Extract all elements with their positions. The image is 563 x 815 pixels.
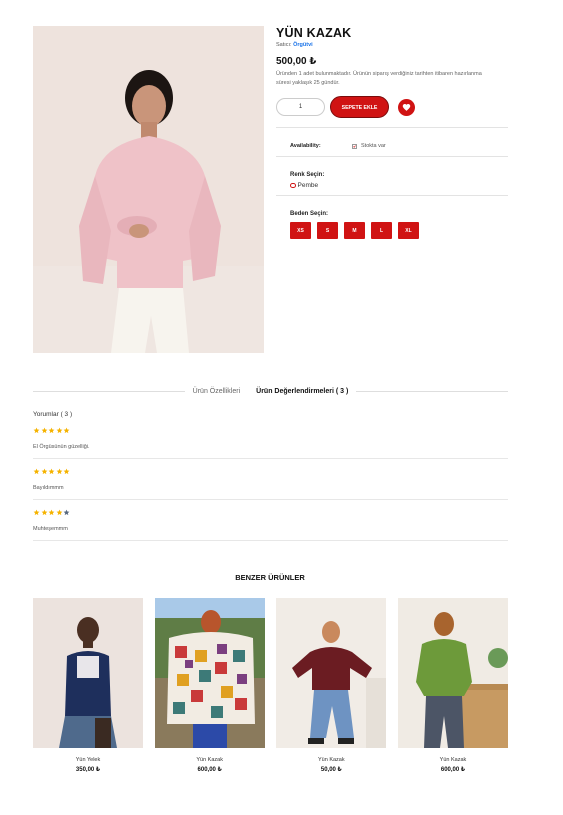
cart-row: 1 SEPETE EKLE: [276, 96, 508, 118]
star-icon: [33, 427, 40, 434]
review-text: Bayıldımmm: [33, 485, 64, 491]
product-title: YÜN KAZAK: [276, 26, 352, 40]
product-name[interactable]: Yün Kazak: [398, 757, 508, 763]
radio-icon: [290, 182, 296, 189]
favorite-button[interactable]: [398, 98, 415, 116]
star-icon: [63, 468, 70, 475]
size-section: Beden Seçin: XS S M L XL: [276, 196, 508, 239]
reviews-section: Yorumlar ( 3 ) El Örgüsünün güzelliği. B…: [33, 411, 508, 541]
size-options: XS S M L XL: [290, 222, 508, 239]
color-label: Renk Seçin:: [290, 172, 325, 178]
add-to-cart-button[interactable]: SEPETE EKLE: [330, 96, 389, 118]
product-price: 350,00 ₺: [75, 767, 101, 773]
seller-line: Satıcı: Örgütvi: [276, 42, 508, 48]
star-rating: [33, 509, 508, 516]
tab-reviews[interactable]: Ürün Değerlendirmeleri ( 3 ): [248, 388, 356, 395]
size-option-l[interactable]: L: [371, 222, 392, 239]
star-icon: [33, 509, 40, 516]
product-price: 50,00 ₺: [320, 767, 342, 773]
star-icon: [63, 509, 70, 516]
review-item: El Örgüsünün güzelliği.: [33, 418, 508, 459]
product-price: 500,00 ₺: [276, 56, 317, 67]
star-icon: [48, 509, 55, 516]
availability-row: Availability: Stokta var: [276, 128, 508, 156]
review-item: Bayıldımmm: [33, 459, 508, 500]
star-icon: [63, 427, 70, 434]
color-section: Renk Seçin: Pembe: [276, 157, 508, 195]
product-image[interactable]: [397, 598, 508, 748]
size-label: Beden Seçin:: [290, 211, 329, 217]
star-icon: [56, 509, 62, 516]
star-icon: [33, 468, 40, 475]
availability-label: Availability:: [290, 143, 321, 149]
color-option-label: Pembe: [297, 182, 319, 189]
product-image[interactable]: [154, 598, 265, 748]
product-name[interactable]: Yün Kazak: [155, 757, 265, 763]
size-option-m[interactable]: M: [344, 222, 365, 239]
heart-icon: [402, 103, 411, 111]
product-card[interactable]: Yün Kazak 600,00 ₺: [397, 598, 508, 773]
product-image[interactable]: [33, 598, 143, 748]
product-image[interactable]: [276, 598, 387, 748]
review-item: Muhteşemmm: [33, 500, 508, 541]
reviews-title: Yorumlar ( 3 ): [33, 411, 73, 418]
check-icon: [352, 143, 357, 149]
star-icon: [41, 509, 47, 516]
star-rating: [33, 427, 508, 434]
similar-products-title: BENZER ÜRÜNLER: [235, 573, 305, 582]
review-text: El Örgüsünün güzelliği.: [33, 444, 90, 450]
divider: [33, 390, 185, 392]
quantity-input[interactable]: 1: [276, 98, 325, 116]
size-option-xs[interactable]: XS: [290, 222, 311, 239]
star-icon: [56, 427, 62, 434]
star-icon: [41, 468, 47, 475]
divider: [356, 390, 509, 392]
product-price: 600,00 ₺: [197, 767, 222, 773]
seller-link[interactable]: Örgütvi: [293, 42, 313, 48]
star-icon: [41, 427, 47, 434]
availability-value: Stokta var: [361, 143, 386, 149]
product-price: 600,00 ₺: [440, 767, 466, 773]
product-card[interactable]: Yün Kazak 600,00 ₺: [154, 598, 265, 773]
product-name[interactable]: Yün Kazak: [276, 757, 386, 763]
star-icon: [56, 468, 62, 475]
product-main-image[interactable]: [33, 26, 264, 353]
product-name[interactable]: Yün Yelek: [33, 757, 143, 763]
similar-products-grid: Yün Yelek 350,00 ₺ Yün Kazak 600,00 ₺ Yü…: [33, 598, 508, 773]
size-option-xl[interactable]: XL: [398, 222, 419, 239]
stock-note: Üründen 1 adet bulunmaktadır. Ürünün sip…: [276, 71, 482, 86]
product-card[interactable]: Yün Yelek 350,00 ₺: [33, 598, 143, 773]
seller-label: Satıcı:: [276, 42, 292, 48]
star-rating: [33, 468, 508, 475]
size-option-s[interactable]: S: [317, 222, 338, 239]
color-option-pembe[interactable]: Pembe: [290, 182, 508, 189]
product-info-panel: YÜN KAZAK Satıcı: Örgütvi 500,00 ₺ Üründ…: [276, 26, 508, 239]
product-card[interactable]: Yün Kazak 50,00 ₺: [276, 598, 387, 773]
star-icon: [48, 468, 55, 475]
star-icon: [48, 427, 55, 434]
review-text: Muhteşemmm: [33, 526, 68, 532]
tab-features[interactable]: Ürün Özellikleri: [185, 388, 248, 395]
product-tabs: Ürün Özellikleri Ürün Değerlendirmeleri …: [33, 384, 509, 398]
